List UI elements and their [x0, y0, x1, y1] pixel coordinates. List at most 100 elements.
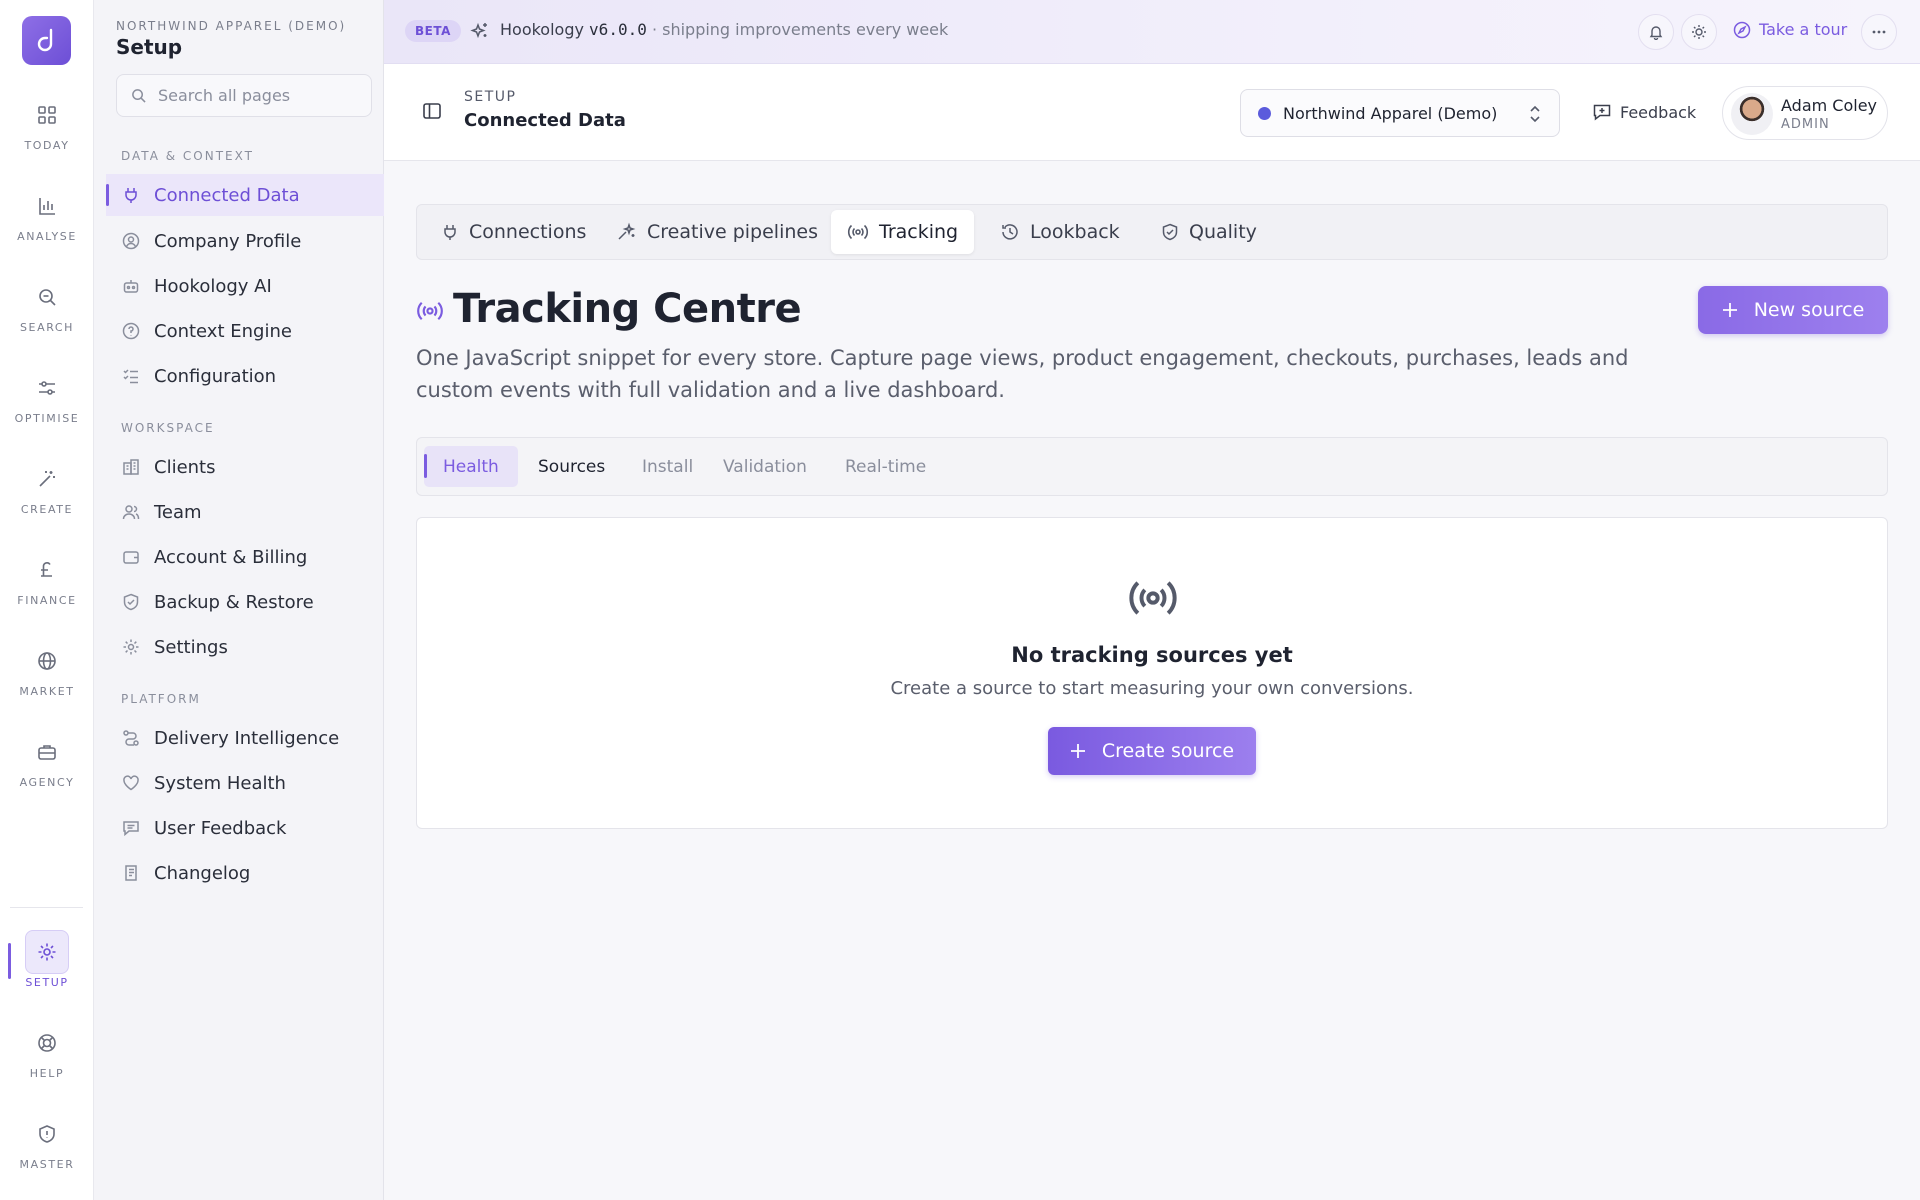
- tab-quality[interactable]: Quality: [1145, 210, 1273, 254]
- tab-sources[interactable]: Sources: [519, 446, 624, 487]
- user-name: Adam Coley: [1781, 96, 1878, 115]
- user-circle-icon: [122, 232, 140, 250]
- sidebar-item-delivery-intelligence[interactable]: Delivery Intelligence: [106, 717, 384, 759]
- globe-icon: [25, 639, 69, 683]
- rail-divider: [10, 907, 83, 908]
- org-status-dot: [1258, 106, 1271, 120]
- history-icon: [1000, 222, 1020, 242]
- tab-label: Real-time: [845, 456, 927, 477]
- rail-item-market[interactable]: MARKET: [0, 639, 94, 715]
- rail-item-analyse[interactable]: ANALYSE: [0, 184, 94, 260]
- sidebar-item-hookology-ai[interactable]: Hookology AI: [106, 265, 384, 307]
- rail-label: SETUP: [25, 976, 69, 989]
- tab-label: Quality: [1189, 221, 1257, 243]
- message-icon: [122, 819, 140, 837]
- sidebar-title: Setup: [116, 35, 183, 59]
- search-input[interactable]: [158, 86, 358, 105]
- tab-tracking[interactable]: Tracking: [831, 210, 975, 254]
- sidebar-item-label: Account & Billing: [154, 546, 308, 568]
- tab-validation[interactable]: Validation: [704, 446, 826, 487]
- rail-item-finance[interactable]: FINANCE: [0, 548, 94, 624]
- sidebar-item-account-billing[interactable]: Account & Billing: [106, 536, 384, 578]
- sidebar-item-connected-data[interactable]: Connected Data: [106, 174, 384, 216]
- shield-alert-icon: [25, 1112, 69, 1156]
- sidebar-item-team[interactable]: Team: [106, 491, 384, 533]
- sidebar-item-context-engine[interactable]: Context Engine: [106, 310, 384, 352]
- feedback-button[interactable]: Feedback: [1592, 102, 1696, 122]
- magic-wand-icon: [25, 457, 69, 501]
- sidebar-item-configuration[interactable]: Configuration: [106, 355, 384, 397]
- breadcrumb: SETUP: [464, 89, 517, 105]
- sidebar-item-label: System Health: [154, 772, 286, 794]
- sidebar-item-changelog[interactable]: Changelog: [106, 852, 384, 894]
- sidebar-item-label: Context Engine: [154, 320, 292, 342]
- sidebar-item-backup-restore[interactable]: Backup & Restore: [106, 581, 384, 623]
- search-icon: [25, 275, 69, 319]
- take-tour-label: Take a tour: [1759, 20, 1848, 39]
- sidebar-item-settings[interactable]: Settings: [106, 626, 384, 668]
- sidebar-item-clients[interactable]: Clients: [106, 446, 384, 488]
- sparkle-icon: [617, 222, 637, 242]
- banner-message: Hookology v6.0.0 · shipping improvements…: [500, 20, 948, 39]
- compass-icon: [1733, 21, 1751, 39]
- tab-connections[interactable]: Connections: [425, 210, 602, 254]
- sidebar-search[interactable]: [116, 74, 372, 117]
- bell-icon: [1648, 24, 1664, 40]
- take-tour-link[interactable]: Take a tour: [1733, 20, 1847, 39]
- tab-real-time[interactable]: Real-time: [826, 446, 945, 487]
- tab-label: Validation: [723, 456, 807, 477]
- rail-item-help[interactable]: HELP: [0, 1021, 94, 1097]
- tab-label: Install: [642, 456, 694, 477]
- sidebar-item-label: Changelog: [154, 862, 251, 884]
- organization-select[interactable]: Northwind Apparel (Demo): [1240, 89, 1560, 137]
- rail-label: AGENCY: [19, 776, 75, 789]
- sidebar-item-user-feedback[interactable]: User Feedback: [106, 807, 384, 849]
- sidebar-item-system-health[interactable]: System Health: [106, 762, 384, 804]
- plus-icon: [1070, 743, 1086, 759]
- rail-label: FINANCE: [17, 594, 77, 607]
- section-label-workspace: WORKSPACE: [121, 421, 215, 435]
- sidebar-item-label: Configuration: [154, 365, 277, 387]
- briefcase-icon: [25, 730, 69, 774]
- notifications-button[interactable]: [1638, 14, 1674, 50]
- gear-icon: [122, 638, 140, 656]
- rail-item-search[interactable]: SEARCH: [0, 275, 94, 351]
- more-horizontal-icon: [1871, 24, 1887, 40]
- tab-label: Connections: [469, 221, 587, 243]
- rail-item-optimise[interactable]: OPTIMISE: [0, 366, 94, 442]
- app-rail: TODAY ANALYSE SEARCH OPTIMISE CREATE FIN…: [0, 0, 94, 1200]
- sidebar-item-label: Connected Data: [154, 184, 300, 206]
- rail-item-today[interactable]: TODAY: [0, 93, 94, 169]
- theme-toggle-button[interactable]: [1681, 14, 1717, 50]
- tab-lookback[interactable]: Lookback: [984, 210, 1136, 254]
- tab-creative-pipelines[interactable]: Creative pipelines: [601, 210, 834, 254]
- new-source-button[interactable]: New source: [1698, 286, 1888, 334]
- more-options-button[interactable]: [1861, 14, 1897, 50]
- rail-item-create[interactable]: CREATE: [0, 457, 94, 533]
- bar-chart-icon: [25, 184, 69, 228]
- rail-item-master[interactable]: MASTER: [0, 1112, 94, 1188]
- create-source-button[interactable]: Create source: [1048, 727, 1256, 775]
- plug-icon: [122, 186, 140, 204]
- section-description: One JavaScript snippet for every store. …: [416, 346, 1629, 402]
- sidebar-item-label: Company Profile: [154, 230, 302, 252]
- bot-icon: [122, 277, 140, 295]
- tab-health[interactable]: Health: [424, 446, 518, 487]
- rail-label: MARKET: [19, 685, 75, 698]
- sidebar-item-company-profile[interactable]: Company Profile: [106, 220, 384, 262]
- rail-item-agency[interactable]: AGENCY: [0, 730, 94, 806]
- tab-install[interactable]: Install: [623, 446, 712, 487]
- brand-logo-icon[interactable]: [22, 16, 71, 65]
- sidebar-toggle-icon[interactable]: [422, 101, 442, 121]
- gear-icon: [25, 930, 69, 974]
- chevron-up-down-icon: [1527, 104, 1543, 124]
- tab-label: Tracking: [879, 221, 959, 243]
- user-menu[interactable]: Adam Coley ADMIN: [1722, 86, 1888, 140]
- tracking-sub-tabs: Health Sources Install Validation Real-t…: [416, 437, 1888, 496]
- rail-item-setup[interactable]: SETUP: [0, 930, 94, 1006]
- empty-state-description: Create a source to start measuring your …: [890, 678, 1414, 699]
- tab-label: Lookback: [1030, 221, 1120, 243]
- sparkle-icon: [470, 21, 490, 41]
- sidebar-item-label: Hookology AI: [154, 275, 272, 297]
- message-plus-icon: [1592, 102, 1612, 122]
